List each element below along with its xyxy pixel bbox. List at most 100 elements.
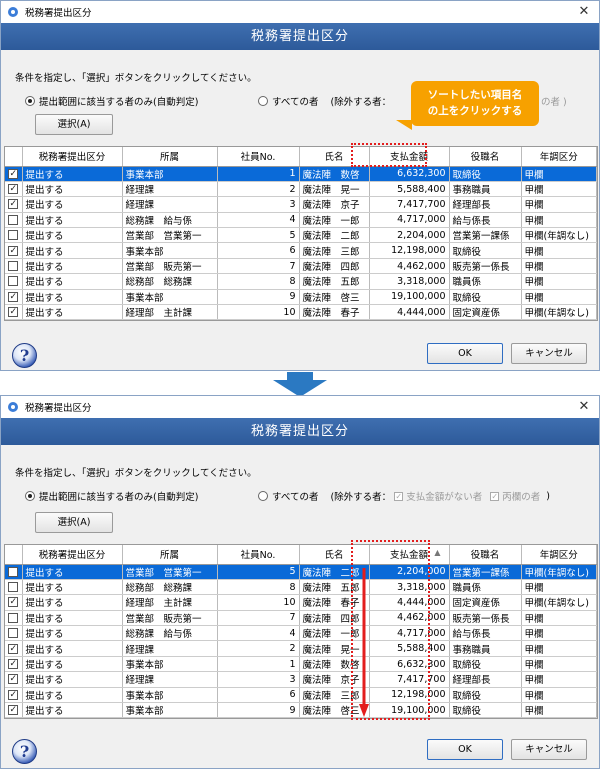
cell-title: 販売第一係長 (449, 258, 522, 275)
table-row[interactable]: ✓ 提出する 経理部 主計課 10 魔法陣 春子 4,444,000 固定資産係 甲欄(年調な… (5, 304, 597, 321)
cell-dept: 総務部 総務課 (122, 273, 218, 290)
table-row[interactable]: 提出する 総務課 給与係 4 魔法陣 一郎 4,717,000 給与係長 甲欄 (5, 212, 597, 229)
cell-employee-no: 3 (217, 196, 300, 213)
table-row[interactable]: ✓ 提出する 経理課 2 魔法陣 晃一 5,588,400 事務職員 甲欄 (5, 640, 597, 657)
row-checkbox[interactable]: ✓ (5, 242, 23, 259)
row-checkbox[interactable] (5, 564, 23, 580)
cell-name: 魔法陣 四郎 (299, 258, 370, 275)
exclude-hei-checkbox[interactable]: ✓ (490, 491, 500, 501)
header-title[interactable]: 役職名 (449, 147, 522, 167)
cell-submit: 提出する (22, 227, 123, 244)
checkbox-checked-icon: ✓ (8, 245, 19, 256)
table-row[interactable]: 提出する 総務部 総務課 8 魔法陣 五郎 3,318,000 職員係 甲欄 (5, 579, 597, 596)
cell-dept: 総務部 総務課 (122, 579, 218, 596)
header-kubun[interactable]: 年調区分 (521, 147, 597, 167)
table-row[interactable]: ✓ 提出する 経理課 3 魔法陣 京子 7,417,700 経理部長 甲欄 (5, 196, 597, 213)
cell-dept: 事業本部 (122, 687, 218, 704)
cancel-button[interactable]: キャンセル (511, 343, 587, 364)
table-row[interactable]: 提出する 総務課 給与係 4 魔法陣 一郎 4,717,000 給与係長 甲欄 (5, 625, 597, 642)
help-icon[interactable]: ? (12, 343, 37, 368)
cell-kubun: 甲欄 (521, 702, 597, 719)
radio-option-auto[interactable]: 提出範囲に該当する者のみ(自動判定) (25, 489, 198, 503)
cell-submit: 提出する (22, 687, 123, 704)
table-row[interactable]: ✓ 提出する 事業本部 6 魔法陣 三郎 12,198,000 取締役 甲欄 (5, 687, 597, 704)
cancel-button[interactable]: キャンセル (511, 739, 587, 760)
table-row[interactable]: 提出する 営業部 営業第一 5 魔法陣 二郎 2,204,000 営業第一課係 甲欄(年調な… (5, 564, 597, 580)
table-row[interactable]: ✓ 提出する 経理課 2 魔法陣 晃一 5,588,400 事務職員 甲欄 (5, 181, 597, 198)
row-checkbox[interactable] (5, 227, 23, 244)
radio-option-all[interactable]: すべての者 (除外する者： ✓ 支払金額がない者 ✓ 丙欄の者 ) (258, 489, 550, 503)
header-submit[interactable]: 税務署提出区分 (22, 147, 123, 167)
row-checkbox[interactable]: ✓ (5, 687, 23, 704)
cell-name: 魔法陣 一郎 (299, 212, 370, 229)
row-checkbox[interactable] (5, 625, 23, 642)
table-row[interactable]: ✓ 提出する 事業本部 1 魔法陣 数啓 6,632,300 取締役 甲欄 (5, 166, 597, 182)
sort-instruction-callout: ソートしたい項目名 の上をクリックする (411, 81, 539, 126)
ok-button[interactable]: OK (427, 739, 503, 760)
cell-employee-no: 2 (217, 181, 300, 198)
header-dept[interactable]: 所属 (122, 147, 218, 167)
cell-payment: 2,204,000 (369, 227, 450, 244)
help-icon[interactable]: ? (12, 739, 37, 764)
header-title[interactable]: 役職名 (449, 545, 522, 565)
cell-dept: 事業本部 (122, 702, 218, 719)
cell-name: 魔法陣 晃一 (299, 181, 370, 198)
row-checkbox[interactable]: ✓ (5, 671, 23, 688)
select-button[interactable]: 選択(A) (35, 512, 113, 533)
cell-kubun: 甲欄 (521, 181, 597, 198)
cell-name: 魔法陣 啓三 (299, 289, 370, 306)
row-checkbox[interactable] (5, 579, 23, 596)
table-row[interactable]: ✓ 提出する 事業本部 9 魔法陣 啓三 19,100,000 取締役 甲欄 (5, 702, 597, 719)
cell-submit: 提出する (22, 610, 123, 627)
row-checkbox[interactable]: ✓ (5, 181, 23, 198)
table-row[interactable]: 提出する 営業部 営業第一 5 魔法陣 二郎 2,204,000 営業第一課係 甲欄(年調な… (5, 227, 597, 244)
radio-selected-icon (25, 491, 35, 501)
header-kubun[interactable]: 年調区分 (521, 545, 597, 565)
row-checkbox[interactable]: ✓ (5, 640, 23, 657)
radio-option-auto[interactable]: 提出範囲に該当する者のみ(自動判定) (25, 94, 198, 108)
cell-title: 営業第一課係 (449, 227, 522, 244)
table-row[interactable]: ✓ 提出する 事業本部 1 魔法陣 数啓 6,632,300 取締役 甲欄 (5, 656, 597, 673)
checkbox-unchecked-icon (8, 612, 19, 623)
select-button[interactable]: 選択(A) (35, 114, 113, 135)
row-checkbox[interactable]: ✓ (5, 702, 23, 719)
table-row[interactable]: 提出する 総務部 総務課 8 魔法陣 五郎 3,318,000 職員係 甲欄 (5, 273, 597, 290)
header-employee-no[interactable]: 社員No. (217, 147, 300, 167)
app-icon (8, 7, 18, 17)
table-row[interactable]: ✓ 提出する 事業本部 6 魔法陣 三郎 12,198,000 取締役 甲欄 (5, 242, 597, 259)
table-row[interactable]: ✓ 提出する 経理部 主計課 10 魔法陣 春子 4,444,000 固定資産係 甲欄(年調な… (5, 594, 597, 611)
close-icon[interactable]: ✕ (569, 396, 599, 418)
row-checkbox[interactable]: ✓ (5, 594, 23, 611)
row-checkbox[interactable] (5, 212, 23, 229)
row-checkbox[interactable] (5, 610, 23, 627)
table-row[interactable]: 提出する 営業部 販売第一 7 魔法陣 四郎 4,462,000 販売第一係長 甲欄 (5, 610, 597, 627)
header-dept[interactable]: 所属 (122, 545, 218, 565)
row-checkbox[interactable]: ✓ (5, 196, 23, 213)
header-submit[interactable]: 税務署提出区分 (22, 545, 123, 565)
cell-employee-no: 6 (217, 687, 300, 704)
table-row[interactable]: ✓ 提出する 事業本部 9 魔法陣 啓三 19,100,000 取締役 甲欄 (5, 289, 597, 306)
row-checkbox[interactable]: ✓ (5, 656, 23, 673)
header-employee-no[interactable]: 社員No. (217, 545, 300, 565)
table-row[interactable]: 提出する 営業部 販売第一 7 魔法陣 四郎 4,462,000 販売第一係長 甲欄 (5, 258, 597, 275)
cell-dept: 営業部 販売第一 (122, 258, 218, 275)
row-checkbox[interactable]: ✓ (5, 289, 23, 306)
checkbox-checked-icon: ✓ (8, 184, 19, 195)
cell-payment: 6,632,300 (369, 166, 450, 182)
table-row[interactable]: ✓ 提出する 経理課 3 魔法陣 京子 7,417,700 経理部長 甲欄 (5, 671, 597, 688)
ok-button[interactable]: OK (427, 343, 503, 364)
cell-submit: 提出する (22, 656, 123, 673)
cell-name: 魔法陣 数啓 (299, 166, 370, 182)
row-checkbox[interactable]: ✓ (5, 166, 23, 182)
cell-employee-no: 3 (217, 671, 300, 688)
cell-title: 職員係 (449, 579, 522, 596)
row-checkbox[interactable]: ✓ (5, 304, 23, 321)
exclude-nopay-checkbox[interactable]: ✓ (394, 491, 404, 501)
close-icon[interactable]: ✕ (569, 1, 599, 23)
cell-submit: 提出する (22, 594, 123, 611)
cell-name: 魔法陣 京子 (299, 196, 370, 213)
row-checkbox[interactable] (5, 258, 23, 275)
exclude-tail-text: の者 ) (541, 97, 567, 108)
row-checkbox[interactable] (5, 273, 23, 290)
radio-option-all[interactable]: すべての者 (除外する者： (258, 94, 391, 108)
